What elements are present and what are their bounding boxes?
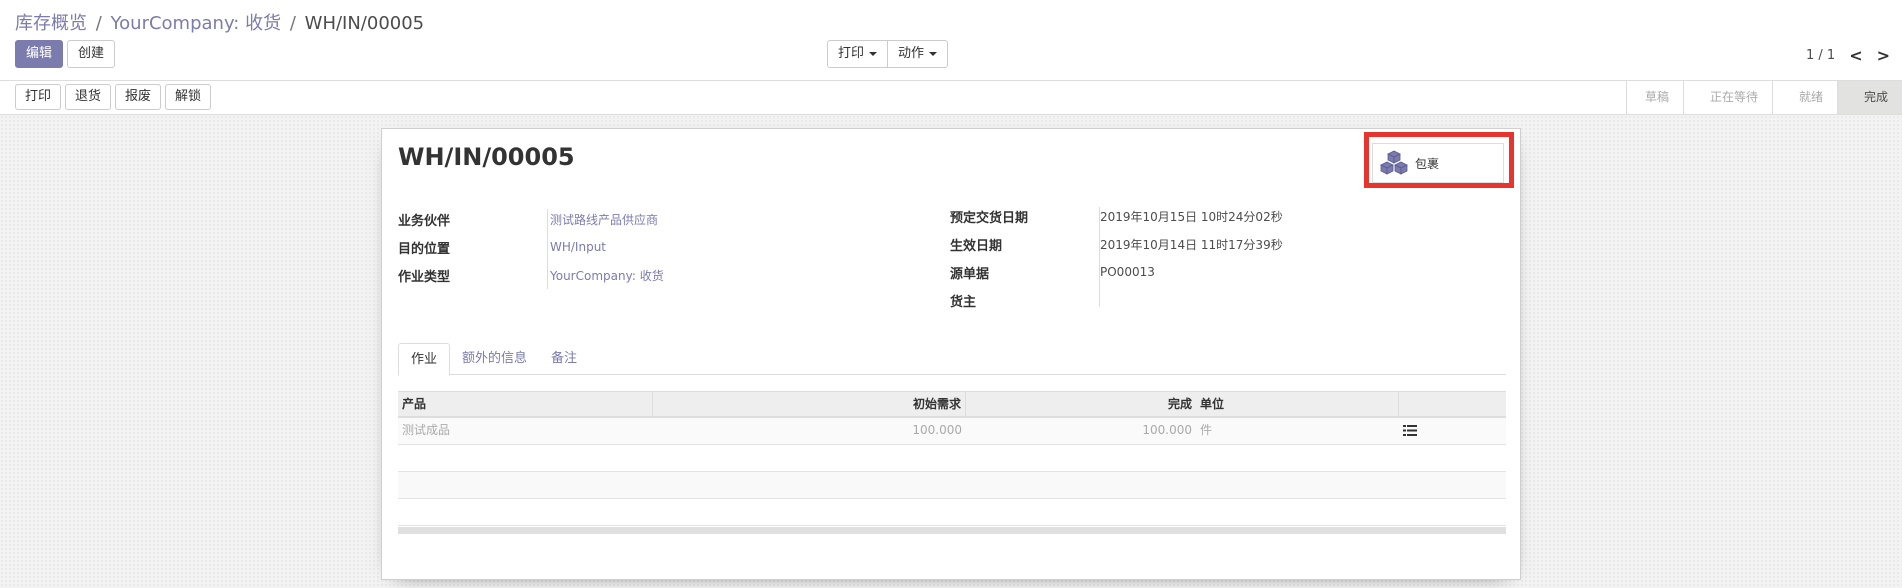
status-stages: 草稿 正在等待 就绪 完成	[1625, 81, 1902, 114]
left-field-group: 业务伙伴 测试路线产品供应商 目的位置 WH/Input 作业类型 YourCo…	[398, 205, 664, 289]
field-row-source-document: 源单据 PO00013	[950, 258, 1283, 286]
cell-unit: 件	[1200, 423, 1213, 437]
table-footer	[398, 527, 1506, 534]
right-field-group: 预定交货日期 2019年10月15日 10时24分02秒 生效日期 2019年1…	[950, 202, 1283, 314]
header-product[interactable]: 产品	[398, 392, 653, 416]
print-dropdown-label: 打印	[838, 46, 865, 61]
field-divider	[547, 209, 548, 289]
breadcrumb-separator: /	[289, 13, 296, 34]
breadcrumb-item-receipts[interactable]: YourCompany: 收货	[111, 13, 282, 34]
action-dropdown-button[interactable]: 动作	[888, 40, 949, 68]
notebook-tabs: 作业 额外的信息 备注	[398, 343, 1506, 376]
caret-down-icon	[869, 51, 878, 56]
edit-button[interactable]: 编辑	[15, 40, 64, 68]
pager: 1 / 1 < >	[1806, 46, 1890, 65]
control-panel: 库存概览 / YourCompany: 收货 / WH/IN/00005 编辑 …	[0, 0, 1902, 80]
scheduled-date-value: 2019年10月15日 10时24分02秒	[1100, 209, 1283, 224]
field-row-owner: 货主	[950, 286, 1283, 314]
destination-value[interactable]: WH/Input	[550, 240, 606, 254]
sidebar-menus: 打印 动作	[827, 40, 949, 68]
pager-value[interactable]: 1 / 1	[1806, 48, 1835, 63]
partner-value[interactable]: 测试路线产品供应商	[550, 211, 658, 228]
packages-label: 包裹	[1415, 156, 1440, 171]
action-dropdown-label: 动作	[898, 46, 925, 61]
partner-label: 业务伙伴	[398, 213, 451, 229]
header-initial-demand[interactable]: 初始需求	[653, 392, 966, 416]
stage-draft: 草稿	[1625, 81, 1683, 114]
list-icon[interactable]	[1403, 425, 1417, 436]
tab-operations[interactable]: 作业	[398, 343, 451, 376]
status-buttons: 打印 退货 报废 解锁	[15, 84, 212, 110]
caret-down-icon	[929, 51, 938, 56]
table-header: 产品 初始需求 完成 单位	[398, 391, 1506, 418]
pager-previous-icon[interactable]: <	[1849, 46, 1862, 65]
stage-waiting: 正在等待	[1682, 81, 1772, 114]
breadcrumb-separator: /	[95, 13, 102, 34]
return-button[interactable]: 退货	[65, 84, 112, 110]
pager-next-icon[interactable]: >	[1877, 46, 1890, 65]
breadcrumb-item-inventory-overview[interactable]: 库存概览	[15, 13, 87, 34]
statusbar: 打印 退货 报废 解锁 草稿 正在等待 就绪 完成	[0, 80, 1902, 115]
operation-type-value[interactable]: YourCompany: 收货	[550, 267, 664, 284]
table-row-empty	[398, 472, 1506, 499]
effective-date-value: 2019年10月14日 11时17分39秒	[1100, 237, 1283, 252]
field-row-effective-date: 生效日期 2019年10月14日 11时17分39秒	[950, 230, 1283, 258]
print-dropdown-button[interactable]: 打印	[827, 40, 889, 68]
table-row[interactable]: 测试成品 100.000 100.000 件	[398, 418, 1506, 445]
source-document-label: 源单据	[950, 266, 990, 282]
form-sheet: WH/IN/00005 包裹 业务伙伴 测试路线产品供应商 目的位置 WH/In…	[381, 128, 1521, 580]
cell-action	[1399, 418, 1506, 444]
scheduled-date-label: 预定交货日期	[950, 210, 1029, 226]
create-button[interactable]: 创建	[67, 40, 116, 68]
table-row-empty	[398, 499, 1506, 526]
operations-table: 产品 初始需求 完成 单位 测试成品 100.000 100.000 件	[398, 391, 1506, 534]
tab-additional-info[interactable]: 额外的信息	[450, 343, 539, 375]
field-divider	[1099, 207, 1100, 307]
field-row-operation-type: 作业类型 YourCompany: 收货	[398, 261, 664, 289]
field-row-partner: 业务伙伴 测试路线产品供应商	[398, 205, 664, 233]
cubes-icon	[1380, 150, 1408, 175]
header-done[interactable]: 完成	[966, 392, 1196, 416]
effective-date-label: 生效日期	[950, 238, 1003, 254]
record-title: WH/IN/00005	[398, 143, 575, 171]
stage-ready: 就绪	[1771, 81, 1837, 114]
table-row-empty	[398, 445, 1506, 472]
source-document-value: PO00013	[1100, 265, 1155, 279]
header-action	[1399, 392, 1506, 416]
packages-smart-button[interactable]: 包裹	[1372, 143, 1504, 183]
header-unit[interactable]: 单位	[1196, 392, 1399, 416]
stage-done: 完成	[1836, 81, 1902, 114]
cell-initial-demand: 100.000	[912, 423, 962, 437]
breadcrumb-current: WH/IN/00005	[304, 13, 425, 34]
field-row-scheduled-date: 预定交货日期 2019年10月15日 10时24分02秒	[950, 202, 1283, 230]
main-buttons: 编辑 创建	[15, 40, 116, 68]
cell-product: 测试成品	[402, 423, 451, 437]
breadcrumb: 库存概览 / YourCompany: 收货 / WH/IN/00005	[15, 9, 424, 35]
scrap-button[interactable]: 报废	[115, 84, 162, 110]
operation-type-label: 作业类型	[398, 269, 451, 285]
print-button[interactable]: 打印	[15, 84, 62, 110]
field-row-destination: 目的位置 WH/Input	[398, 233, 664, 261]
tab-note[interactable]: 备注	[539, 343, 589, 375]
unlock-button[interactable]: 解锁	[165, 84, 212, 110]
owner-label: 货主	[950, 294, 977, 310]
destination-label: 目的位置	[398, 241, 451, 257]
cell-done: 100.000	[1142, 423, 1192, 437]
